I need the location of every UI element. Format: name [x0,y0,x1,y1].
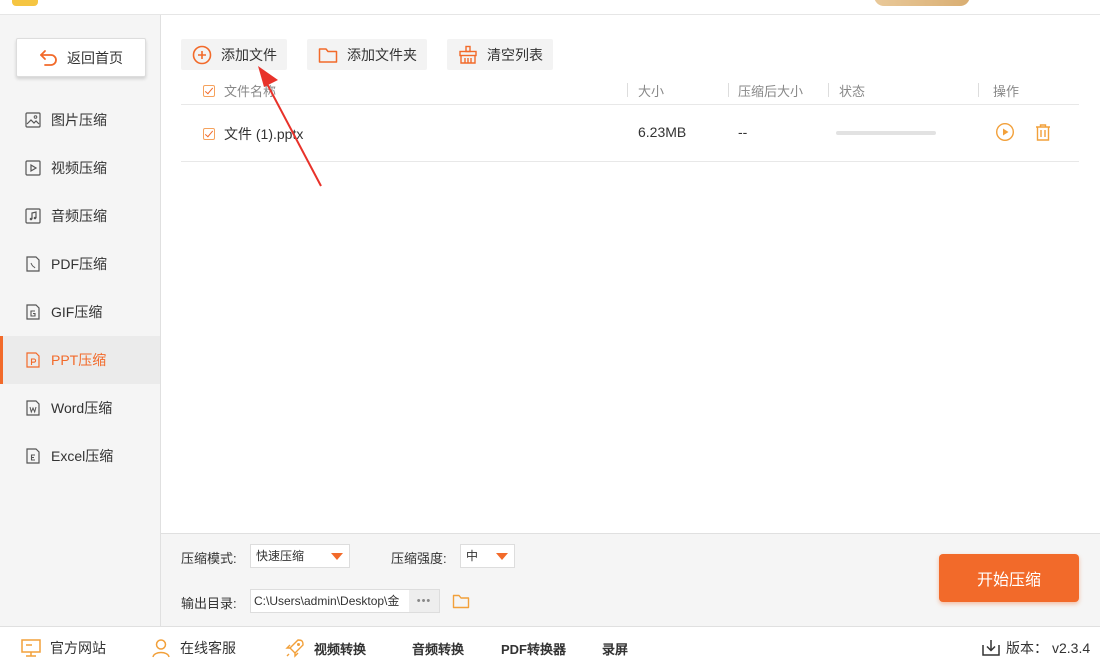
sidebar-item-label: 图片压缩 [51,112,107,128]
sidebar-item-word[interactable]: Word压缩 [0,384,160,432]
rocket-icon [285,639,304,658]
add-file-button[interactable]: 添加文件 [181,39,287,70]
add-file-label: 添加文件 [221,46,277,63]
sidebar-item-audio[interactable]: 音频压缩 [0,192,160,240]
col-divider [728,83,729,97]
footer-bar: 官方网站 在线客服 视频转换 音频转换 PDF转换器 录屏 版本： v2.3.4 [0,626,1100,668]
col-divider [978,83,979,97]
chevron-down-icon [331,553,343,560]
output-label: 输出目录: [181,596,237,611]
sidebar-item-label: GIF压缩 [51,304,103,320]
sidebar-item-label: Excel压缩 [51,448,114,464]
folder-icon [318,47,338,63]
sidebar-item-pdf[interactable]: PDF压缩 [0,240,160,288]
sidebar-item-label: PDF压缩 [51,256,107,272]
output-path-value: C:\Users\admin\Desktop\金 [254,594,400,608]
trash-icon[interactable] [1033,122,1053,142]
add-folder-label: 添加文件夹 [347,46,417,63]
audio-convert-label: 音频转换 [412,641,465,657]
sidebar: 返回首页 图片压缩 视频压缩 音频压缩 PDF压缩 GIF压缩 PPT压缩 Wo… [0,15,161,626]
sidebar-item-video[interactable]: 视频压缩 [0,144,160,192]
chevron-down-icon [496,553,508,560]
title-bar [0,0,1100,15]
output-path-field[interactable]: C:\Users\admin\Desktop\金 ••• [250,589,440,613]
mode-select[interactable]: 快速压缩 [250,544,350,568]
add-folder-button[interactable]: 添加文件夹 [307,39,427,70]
version-value: v2.3.4 [1052,640,1091,656]
record-link[interactable]: 录屏 [602,627,628,668]
table-header: 文件名称 大小 压缩后大小 状态 操作 [181,77,1079,105]
open-folder-icon[interactable] [451,591,471,611]
website-link[interactable]: 官方网站 [20,627,106,668]
website-label: 官方网站 [50,640,106,656]
progress-bar [836,131,936,135]
strength-select[interactable]: 中 [460,544,515,568]
path-more-button[interactable]: ••• [409,590,439,612]
user-support-icon [152,639,170,658]
monitor-icon [21,639,41,657]
support-label: 在线客服 [180,640,236,656]
start-compress-label: 开始压缩 [976,572,1041,589]
sidebar-item-image[interactable]: 图片压缩 [0,96,160,144]
file-name: 文件 (1).pptx [224,126,304,142]
start-compress-button[interactable]: 开始压缩 [939,554,1079,602]
table-row[interactable]: 文件 (1).pptx 6.23MB -- [181,105,1079,162]
pdf-icon [26,256,40,272]
return-icon [40,49,57,66]
col-name-header: 文件名称 [224,84,277,99]
sidebar-item-label: PPT压缩 [51,352,107,368]
excel-icon [26,448,40,464]
download-icon [982,640,1000,656]
ppt-icon [26,352,40,368]
sidebar-item-excel[interactable]: Excel压缩 [0,432,160,480]
sidebar-item-label: Word压缩 [51,400,113,416]
col-divider [627,83,628,97]
pdf-convert-link[interactable]: PDF转换器 [501,627,566,668]
play-icon[interactable] [995,122,1015,142]
compressed-size: -- [738,124,748,140]
col-actions-header: 操作 [993,84,1020,99]
strength-value: 中 [466,549,479,563]
image-icon [25,112,41,128]
support-link[interactable]: 在线客服 [150,627,236,668]
col-divider [828,83,829,97]
back-home-label: 返回首页 [67,49,123,66]
sidebar-item-ppt[interactable]: PPT压缩 [0,336,160,384]
broom-icon [459,45,477,64]
video-convert-label: 视频转换 [314,641,367,657]
col-status-header: 状态 [839,84,866,99]
settings-panel: 压缩模式: 快速压缩 压缩强度: 中 输出目录: C:\Users\admin\… [161,533,1100,626]
file-size: 6.23MB [638,124,687,140]
audio-convert-link[interactable]: 音频转换 [412,627,464,668]
sidebar-item-label: 视频压缩 [51,160,107,176]
plus-circle-icon [192,45,212,64]
main-panel: 添加文件 添加文件夹 清空列表 文件名称 大小 压缩后大小 状态 操作 文件 (… [161,15,1100,533]
col-compressed-size-header: 压缩后大小 [738,84,804,99]
app-logo [12,0,38,6]
version-info[interactable]: 版本： v2.3.4 [980,627,1090,668]
video-convert-link[interactable]: 视频转换 [284,627,366,668]
row-checkbox[interactable] [203,128,215,140]
video-icon [25,160,41,176]
mode-label: 压缩模式: [181,551,237,566]
record-label: 录屏 [602,641,629,657]
audio-icon [25,208,41,224]
strength-label: 压缩强度: [391,551,447,566]
pdf-convert-label: PDF转换器 [501,641,567,657]
clear-list-button[interactable]: 清空列表 [447,39,553,70]
version-label: 版本： [1006,640,1048,656]
vip-button[interactable] [874,0,970,6]
sidebar-item-gif[interactable]: GIF压缩 [0,288,160,336]
select-all-checkbox[interactable] [203,85,215,97]
gif-icon [26,304,40,320]
sidebar-item-label: 音频压缩 [51,208,107,224]
clear-list-label: 清空列表 [487,46,543,63]
word-icon [26,400,40,416]
col-size-header: 大小 [638,84,665,99]
back-home-button[interactable]: 返回首页 [16,38,146,77]
mode-value: 快速压缩 [256,549,305,563]
